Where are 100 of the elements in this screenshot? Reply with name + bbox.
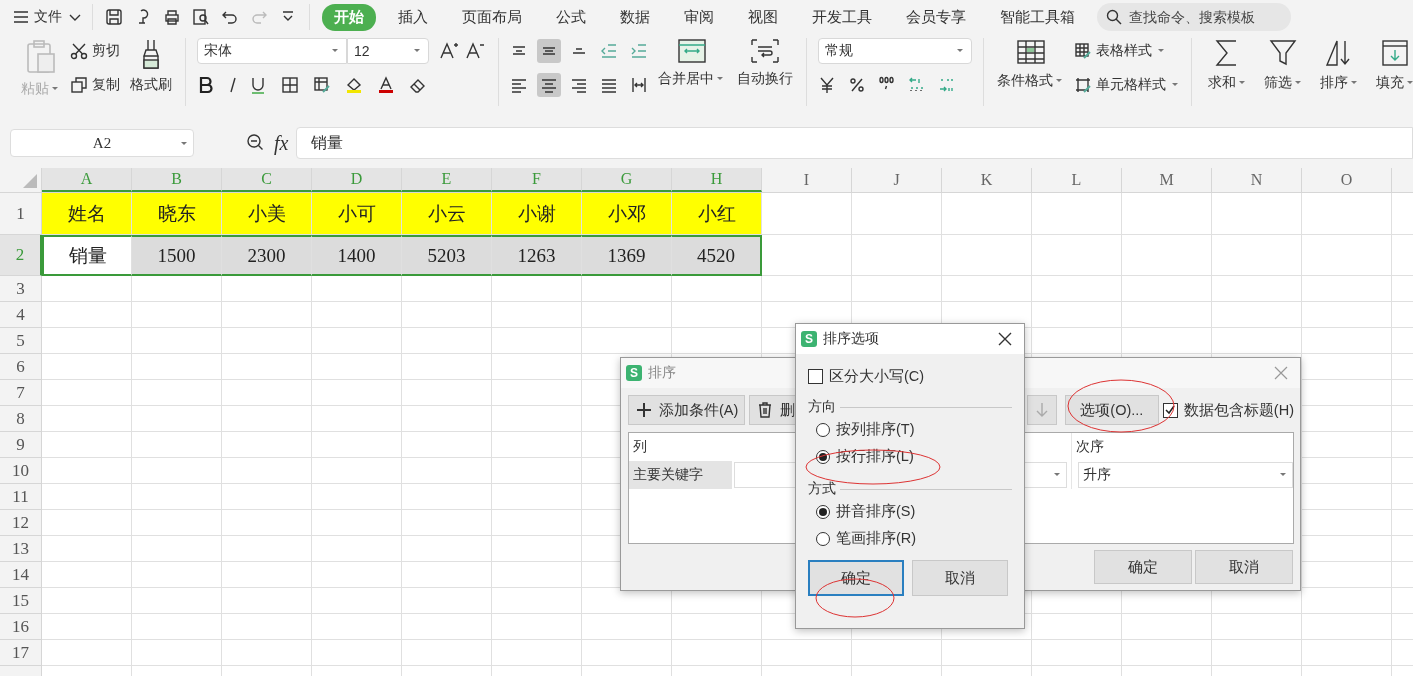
wrap-text-icon [750, 38, 780, 64]
header-checkbox[interactable]: 数据包含标题(H) [1162, 400, 1294, 420]
table-cell[interactable]: 1263 [492, 235, 582, 276]
ribbon-tab[interactable]: 开发工具 [800, 3, 884, 31]
printer-icon [163, 8, 181, 26]
table-cell[interactable]: 销量 [42, 235, 132, 276]
format-painter-button[interactable]: 格式刷 [128, 38, 174, 94]
close-icon [996, 330, 1014, 348]
ribbon-tab[interactable]: 插入 [386, 3, 440, 31]
font-size-select[interactable]: 12 [347, 38, 429, 64]
dialog-button[interactable]: 取消 [1195, 550, 1293, 584]
conditional-format-button[interactable]: 条件格式 [995, 38, 1066, 90]
table-cell[interactable]: 姓名 [42, 193, 132, 235]
radio-option[interactable]: 按列排序(T) [816, 416, 1012, 443]
ribbon-button[interactable]: 填充 [1371, 38, 1413, 92]
column-header[interactable]: N [1212, 168, 1302, 192]
table-cell[interactable]: 1369 [582, 235, 672, 276]
ribbon-button[interactable]: 求和 [1203, 38, 1251, 92]
app-logo: S [801, 331, 817, 347]
table-cell[interactable]: 1400 [312, 235, 402, 276]
scissors-icon [70, 42, 88, 60]
wrap-text-button[interactable]: 自动换行 [735, 38, 795, 88]
radio-button[interactable] [816, 422, 830, 437]
formula-field[interactable]: 销量 [296, 127, 1413, 159]
decrease-decimal-icon [938, 76, 956, 94]
copy-button[interactable]: 复制 [70, 72, 120, 98]
key-label: 主要关键字 [629, 461, 732, 489]
copy-icon [70, 76, 88, 94]
column-header[interactable]: J [852, 168, 942, 192]
table-cell[interactable]: 1500 [132, 235, 222, 276]
align-center-icon [540, 76, 558, 94]
checkbox[interactable] [1162, 402, 1178, 418]
align-top-icon [510, 46, 528, 56]
radio-option[interactable]: 笔画排序(R) [816, 525, 1012, 552]
column-header[interactable]: L [1032, 168, 1122, 192]
distribute-icon [630, 76, 648, 94]
column-header[interactable]: I [762, 168, 852, 192]
table-cell[interactable]: 小可 [312, 193, 402, 235]
ribbon-tab[interactable]: 审阅 [672, 3, 726, 31]
ribbon-button[interactable]: 筛选 [1259, 38, 1307, 92]
table-grid-icon [1014, 38, 1047, 66]
radio-option[interactable]: 按行排序(L) [816, 443, 1012, 470]
checkbox[interactable] [808, 368, 823, 384]
ribbon-tab[interactable]: 公式 [544, 3, 598, 31]
ribbon-tab[interactable]: 会员专享 [894, 3, 978, 31]
file-menu[interactable]: 文件 [12, 4, 93, 30]
cell-style-button[interactable]: 单元格样式 [1074, 72, 1180, 98]
column-header[interactable]: K [942, 168, 1032, 192]
ribbon-button[interactable]: 排序 [1315, 38, 1363, 92]
table-cell[interactable]: 晓东 [132, 193, 222, 235]
increase-decimal-icon [908, 76, 926, 94]
column-header[interactable]: O [1302, 168, 1392, 192]
table-cell[interactable]: 小云 [402, 193, 492, 235]
table-style-icon [1074, 42, 1092, 60]
table-cell[interactable]: 小谢 [492, 193, 582, 235]
radio-option[interactable]: 拼音排序(S) [816, 498, 1012, 525]
align-middle-button[interactable] [537, 39, 561, 63]
ribbon-tab[interactable]: 智能工具箱 [988, 3, 1087, 31]
save-button[interactable] [103, 6, 125, 28]
add-condition-button[interactable]: 添加条件(A) [628, 395, 746, 425]
row-header[interactable]: 1 [0, 193, 42, 235]
order-select[interactable]: 升序 [1078, 462, 1293, 488]
table-cell[interactable]: 小红 [672, 193, 762, 235]
column-header[interactable]: M [1122, 168, 1212, 192]
radio-button[interactable] [816, 504, 830, 519]
name-box[interactable]: A2 [10, 129, 194, 157]
table-cell[interactable]: 小美 [222, 193, 312, 235]
radio-button[interactable] [816, 449, 830, 464]
table-cell[interactable]: 小邓 [582, 193, 672, 235]
ribbon-tab[interactable]: 数据 [608, 3, 662, 31]
cell-format-icon [313, 75, 333, 95]
cut-button[interactable]: 剪切 [70, 38, 120, 64]
merge-center-button[interactable]: 合并居中 [656, 38, 727, 88]
outdent-icon [600, 42, 618, 60]
yen-icon [818, 76, 836, 94]
dialog-button[interactable]: 确定 [1094, 550, 1192, 584]
justify-icon [600, 76, 618, 94]
function-label[interactable]: fx [274, 131, 289, 155]
table-style-button[interactable]: 表格样式 [1074, 38, 1180, 64]
font-shrink-icon [465, 41, 487, 61]
ribbon-tab[interactable]: 视图 [736, 3, 790, 31]
ribbon-tab[interactable]: 页面布局 [450, 3, 534, 31]
number-format-select[interactable]: 常规 [818, 38, 972, 64]
dialog-title: 排序选项 [823, 330, 879, 348]
app-logo: S [626, 365, 642, 381]
menu-icon [12, 8, 30, 26]
options-button[interactable]: 选项(O)... [1064, 395, 1159, 425]
group-title: 方式 [808, 480, 836, 498]
radio-button[interactable] [816, 531, 830, 546]
search-field[interactable]: 查找命令、搜索模板 [1097, 3, 1291, 31]
table-cell[interactable]: 4520 [672, 235, 762, 276]
dialog-button[interactable]: 取消 [912, 560, 1008, 596]
case-sensitive-checkbox[interactable]: 区分大小写(C) [808, 364, 1012, 388]
fill-down-icon [1380, 38, 1410, 68]
font-select[interactable]: 宋体 [197, 38, 347, 64]
percent-icon [848, 76, 866, 94]
align-center-button[interactable] [537, 73, 561, 97]
preview-icon [192, 8, 210, 26]
table-cell[interactable]: 5203 [402, 235, 492, 276]
table-cell[interactable]: 2300 [222, 235, 312, 276]
